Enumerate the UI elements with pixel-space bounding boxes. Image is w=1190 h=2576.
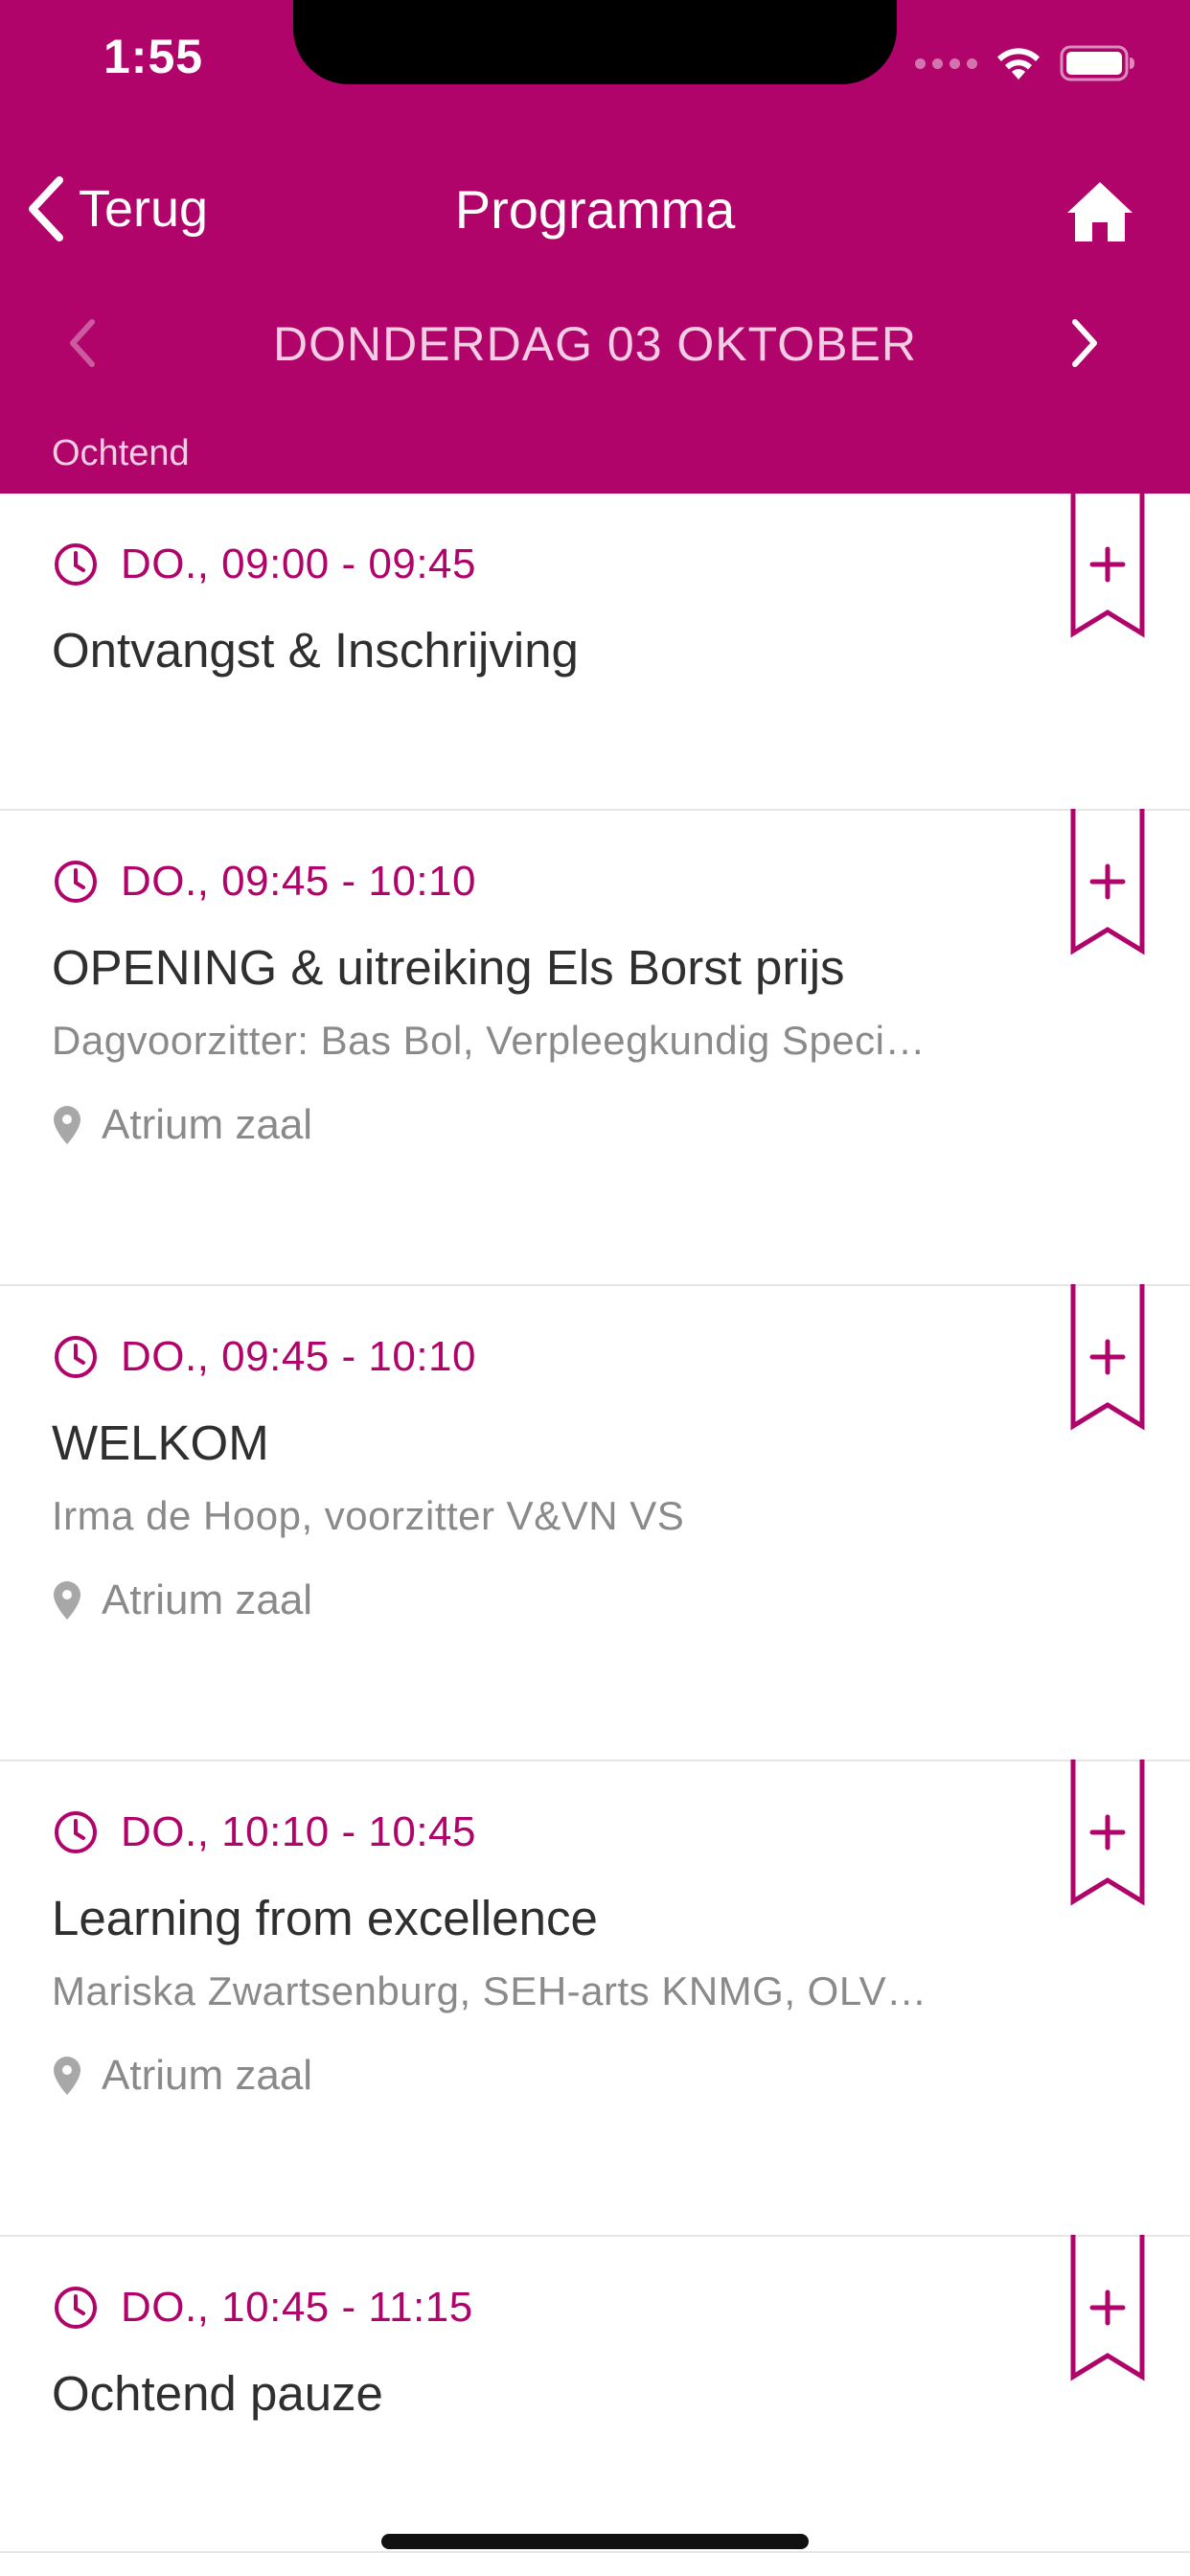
item-title: Ontvangst & Inschrijving xyxy=(52,623,579,678)
home-indicator[interactable] xyxy=(381,2534,809,2549)
clock-icon xyxy=(55,861,97,903)
program-item[interactable]: DO., 09:00 - 09:45 Ontvangst & Inschrijv… xyxy=(0,492,1190,811)
wifi-icon xyxy=(997,48,1040,80)
next-day-button[interactable] xyxy=(1062,314,1110,372)
add-to-favorites-button[interactable] xyxy=(1069,809,1146,958)
home-icon xyxy=(1067,182,1133,242)
add-to-favorites-button[interactable] xyxy=(1069,2235,1146,2384)
item-speaker: Mariska Zwartsenburg, SEH-arts KNMG, OLV… xyxy=(52,1968,927,2013)
program-item[interactable]: DO., 09:45 - 10:10 OPENING & uitreiking … xyxy=(0,809,1190,1286)
item-speaker: Dagvoorzitter: Bas Bol, Verpleegkundig S… xyxy=(52,1018,926,1063)
item-title: WELKOM xyxy=(52,1415,269,1470)
item-time: DO., 09:00 - 09:45 xyxy=(121,540,476,587)
bookmark-plus-icon xyxy=(1070,1760,1145,1906)
program-item[interactable]: DO., 09:45 - 10:10 WELKOM Irma de Hoop, … xyxy=(0,1284,1190,1761)
clock-icon xyxy=(55,1811,97,1853)
item-location: Atrium zaal xyxy=(102,1576,313,1623)
chevron-right-icon xyxy=(1072,319,1097,367)
item-title: Learning from excellence xyxy=(52,1891,598,1945)
item-time: DO., 10:10 - 10:45 xyxy=(121,1808,476,1855)
item-time: DO., 09:45 - 10:10 xyxy=(121,858,476,905)
section-label: Ochtend xyxy=(52,433,190,473)
location-pin-icon xyxy=(54,1106,80,1144)
clock-icon xyxy=(55,2287,97,2329)
item-speaker: Irma de Hoop, voorzitter V&VN VS xyxy=(52,1493,685,1538)
clock-icon xyxy=(55,543,97,586)
battery-icon xyxy=(1060,45,1134,81)
status-time: 1:55 xyxy=(103,30,204,83)
location-pin-icon xyxy=(54,2057,80,2095)
item-title: OPENING & uitreiking Els Borst prijs xyxy=(52,940,845,995)
item-location-row: Atrium zaal xyxy=(52,1572,312,1629)
item-location-row: Atrium zaal xyxy=(52,2047,312,2104)
item-time-row: DO., 09:45 - 10:10 xyxy=(52,853,476,910)
item-time-row: DO., 09:00 - 09:45 xyxy=(52,536,476,593)
clock-icon xyxy=(55,1336,97,1378)
item-location-row: Atrium zaal xyxy=(52,1096,312,1154)
item-title: Ochtend pauze xyxy=(52,2366,383,2421)
location-pin-icon xyxy=(54,1581,80,1620)
home-button[interactable] xyxy=(1062,172,1138,249)
item-location: Atrium zaal xyxy=(102,2052,313,2099)
date-label: DONDERDAG 03 OKTOBER xyxy=(272,317,917,371)
program-item[interactable]: DO., 10:10 - 10:45 Learning from excelle… xyxy=(0,1760,1190,2237)
add-to-favorites-button[interactable] xyxy=(1069,492,1146,641)
add-to-favorites-button[interactable] xyxy=(1069,1284,1146,1434)
status-icons xyxy=(915,36,1136,90)
app-screen: 1:55 Terug Programma DONDERDAG 03 OKTOBE… xyxy=(0,0,1190,2576)
program-list: DO., 09:00 - 09:45 Ontvangst & Inschrijv… xyxy=(0,492,1190,2553)
bookmark-plus-icon xyxy=(1070,2235,1145,2381)
item-location: Atrium zaal xyxy=(102,1101,313,1148)
item-time-row: DO., 09:45 - 10:10 xyxy=(52,1328,476,1386)
page-title: Programma xyxy=(454,179,736,240)
signal-icon xyxy=(915,58,977,69)
bookmark-plus-icon xyxy=(1070,809,1145,955)
header: 1:55 Terug Programma DONDERDAG 03 OKTOBE… xyxy=(0,0,1190,494)
device-notch xyxy=(293,0,897,84)
item-time: DO., 10:45 - 11:15 xyxy=(121,2284,473,2331)
add-to-favorites-button[interactable] xyxy=(1069,1760,1146,1909)
program-item[interactable]: DO., 10:45 - 11:15 Ochtend pauze xyxy=(0,2235,1190,2553)
item-time: DO., 09:45 - 10:10 xyxy=(121,1333,476,1380)
bookmark-plus-icon xyxy=(1070,492,1145,638)
bookmark-plus-icon xyxy=(1070,1284,1145,1431)
item-time-row: DO., 10:10 - 10:45 xyxy=(52,1804,476,1861)
item-time-row: DO., 10:45 - 11:15 xyxy=(52,2279,473,2336)
